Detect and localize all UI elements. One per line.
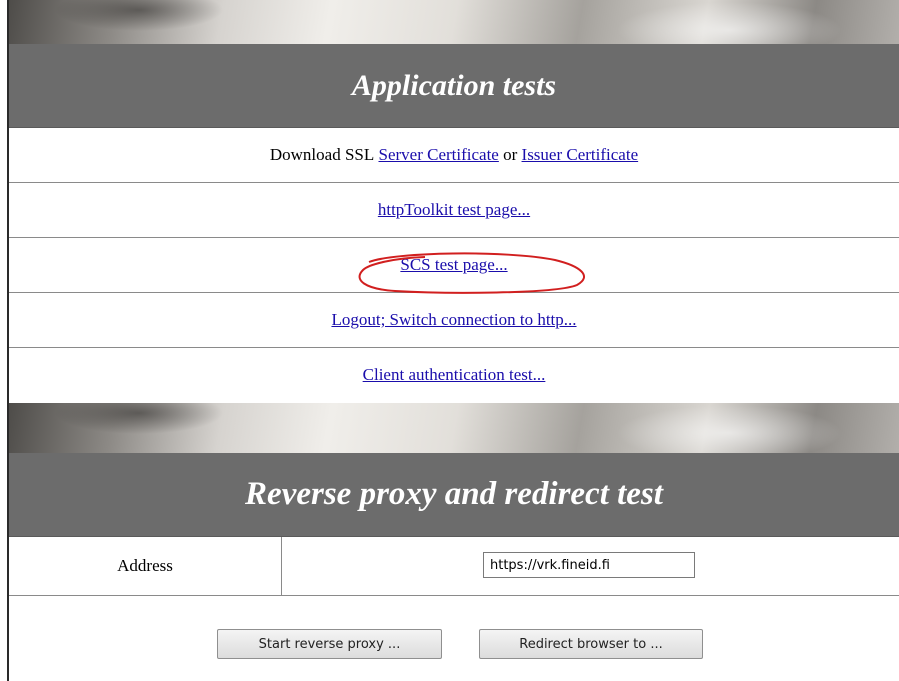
- issuer-certificate-link[interactable]: Issuer Certificate: [522, 145, 639, 165]
- address-input[interactable]: [483, 552, 695, 578]
- address-row: Address: [9, 537, 899, 596]
- logout-switch-http-link[interactable]: Logout; Switch connection to http...: [331, 310, 576, 330]
- client-authentication-test-link[interactable]: Client authentication test...: [363, 365, 546, 385]
- reverse-proxy-title: Reverse proxy and redirect test: [245, 476, 663, 512]
- reverse-proxy-header: Reverse proxy and redirect test: [9, 453, 899, 537]
- logout-row: Logout; Switch connection to http...: [9, 293, 899, 348]
- address-label: Address: [9, 537, 282, 595]
- start-reverse-proxy-button[interactable]: Start reverse proxy ...: [217, 629, 442, 659]
- download-ssl-text: Download SSL: [269, 145, 375, 164]
- background-photo-strip: [9, 0, 899, 44]
- application-tests-header: Application tests: [9, 44, 899, 128]
- scs-test-link[interactable]: SCS test page...: [400, 255, 507, 275]
- background-photo-strip-2: [9, 403, 899, 453]
- httptoolkit-row: httpToolkit test page...: [9, 183, 899, 238]
- left-margin: [0, 0, 7, 681]
- scs-row: SCS test page...: [9, 238, 899, 293]
- server-certificate-link[interactable]: Server Certificate: [379, 145, 499, 165]
- or-text: or: [503, 145, 518, 164]
- application-tests-title: Application tests: [351, 68, 557, 102]
- download-certificates-row: Download SSL Server Certificate or Issue…: [9, 128, 899, 183]
- client-auth-row: Client authentication test...: [9, 348, 899, 402]
- redirect-browser-button[interactable]: Redirect browser to ...: [479, 629, 703, 659]
- httptoolkit-test-link[interactable]: httpToolkit test page...: [378, 200, 530, 220]
